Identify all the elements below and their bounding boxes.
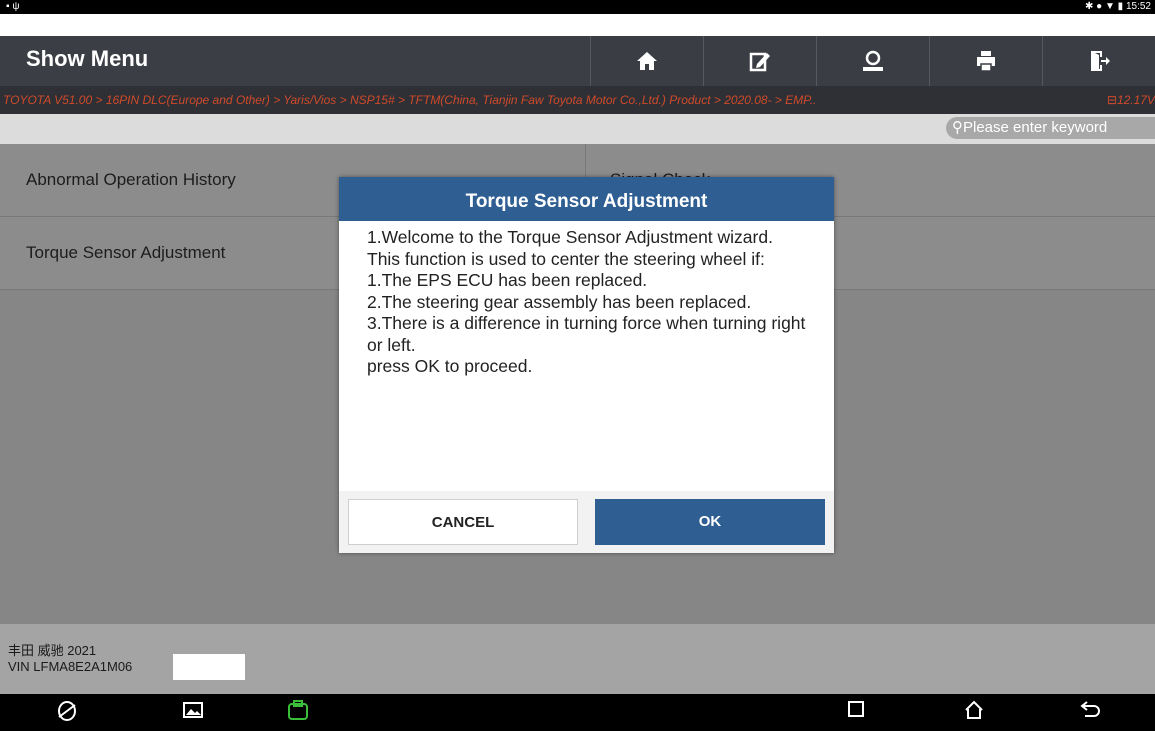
user-icon bbox=[863, 50, 883, 71]
vehicle-vin: VIN LFMA8E2A1M06 bbox=[8, 659, 133, 674]
print-icon bbox=[977, 51, 995, 72]
dialog-line: 3.There is a difference in turning force… bbox=[367, 313, 806, 355]
cancel-button[interactable]: CANCEL bbox=[348, 499, 578, 545]
status-right: ✱ ● ▼ ▮ 15:52 bbox=[1085, 1, 1151, 12]
search-input[interactable]: ⚲Please enter keyword bbox=[946, 117, 1155, 139]
page-title: Show Menu bbox=[26, 46, 149, 71]
search-row: ⚲Please enter keyword bbox=[0, 114, 1155, 144]
print-button[interactable] bbox=[929, 36, 1042, 86]
dialog-body: 1.Welcome to the Torque Sensor Adjustmen… bbox=[339, 221, 834, 491]
breadcrumb-path: TOYOTA V51.00 > 16PIN DLC(Europe and Oth… bbox=[3, 93, 817, 107]
dialog-line: 1.The EPS ECU has been replaced. bbox=[367, 270, 648, 290]
home-icon bbox=[637, 52, 657, 70]
dialog-line: press OK to proceed. bbox=[367, 356, 533, 376]
vehicle-name: 丰田 威驰 2021 bbox=[8, 643, 97, 658]
redaction-box bbox=[173, 654, 245, 680]
exit-button[interactable] bbox=[1042, 36, 1155, 86]
usb-icon: ψ bbox=[12, 1, 20, 12]
status-bar: ▪ ψ ✱ ● ▼ ▮ 15:52 bbox=[0, 0, 1155, 14]
home-button[interactable] bbox=[590, 36, 703, 86]
user-button[interactable] bbox=[816, 36, 929, 86]
dnd-icon: ● bbox=[1096, 1, 1103, 12]
recent-apps-icon[interactable] bbox=[847, 700, 865, 724]
breadcrumb: TOYOTA V51.00 > 16PIN DLC(Europe and Oth… bbox=[0, 86, 1155, 114]
image-icon: ▪ bbox=[6, 1, 10, 12]
dialog-line: This function is used to center the stee… bbox=[367, 248, 765, 269]
wifi-icon: ▼ bbox=[1104, 1, 1115, 12]
browser-icon[interactable] bbox=[56, 700, 78, 728]
search-placeholder: Please enter keyword bbox=[963, 119, 1108, 136]
torque-sensor-dialog: Torque Sensor Adjustment 1.Welcome to th… bbox=[339, 177, 834, 553]
vehicle-info: 丰田 威驰 2021 VIN LFMA8E2A1M06 bbox=[0, 624, 1155, 694]
dialog-line: 1.Welcome to the Torque Sensor Adjustmen… bbox=[367, 227, 773, 247]
battery-icon: ▮ bbox=[1117, 1, 1124, 12]
system-nav-bar bbox=[0, 694, 1155, 731]
car-battery-icon: ⊟ bbox=[1106, 93, 1117, 107]
vci-icon[interactable] bbox=[286, 700, 310, 728]
back-icon[interactable] bbox=[1079, 700, 1101, 724]
dialog-message: 1.Welcome to the Torque Sensor Adjustmen… bbox=[367, 227, 817, 378]
voltage-value: 12.17V bbox=[1116, 93, 1155, 107]
search-icon: ⚲ bbox=[952, 119, 963, 136]
gallery-icon[interactable] bbox=[182, 700, 204, 726]
battery-voltage: ⊟12.17V bbox=[1107, 86, 1155, 114]
status-left-icons: ▪ ψ bbox=[6, 1, 19, 12]
exit-icon bbox=[1091, 51, 1110, 71]
bluetooth-icon: ✱ bbox=[1084, 1, 1094, 12]
dialog-title: Torque Sensor Adjustment bbox=[339, 177, 834, 221]
toolbar bbox=[590, 36, 1155, 86]
home-nav-icon[interactable] bbox=[963, 700, 985, 726]
edit-button[interactable] bbox=[703, 36, 816, 86]
dialog-line: 2.The steering gear assembly has been re… bbox=[367, 291, 752, 312]
ok-button[interactable]: OK bbox=[595, 499, 825, 545]
clock: 15:52 bbox=[1125, 1, 1151, 12]
edit-icon bbox=[749, 52, 770, 72]
